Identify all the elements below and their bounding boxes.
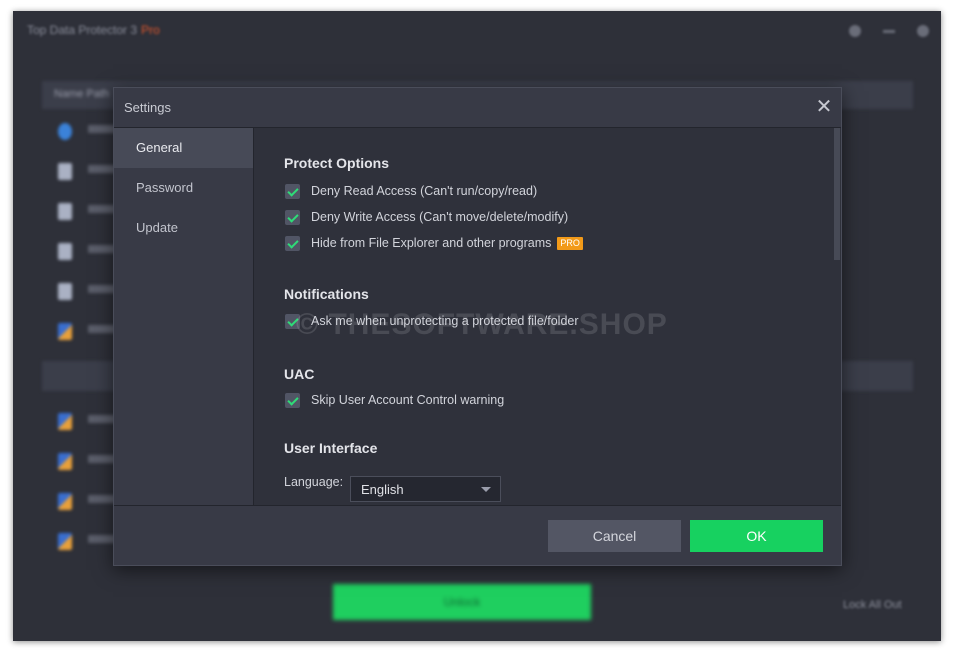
content-scrollbar[interactable] — [833, 128, 841, 505]
dialog-title: Settings — [124, 100, 171, 115]
close-icon[interactable]: ✕ — [813, 96, 835, 118]
app-minimize-icon[interactable] — [883, 30, 895, 33]
language-select[interactable]: English — [350, 476, 501, 502]
file-icon — [58, 283, 72, 300]
section-title-uac: UAC — [284, 366, 315, 382]
settings-sidebar: General Password Update — [114, 128, 254, 505]
settings-dialog: Settings ✕ General Password Update Prote… — [113, 87, 842, 566]
file-icon — [58, 323, 72, 340]
option-label: Deny Read Access (Can't run/copy/read) — [311, 184, 538, 198]
option-label: Deny Write Access (Can't move/delete/mod… — [311, 210, 569, 224]
ok-button[interactable]: OK — [690, 520, 823, 552]
section-title-notifications: Notifications — [284, 286, 369, 302]
app-settings-icon[interactable] — [849, 25, 861, 37]
option-deny-read[interactable]: Deny Read Access (Can't run/copy/read) — [285, 183, 537, 199]
file-icon — [58, 123, 72, 140]
option-ask-unprotect[interactable]: Ask me when unprotecting a protected fil… — [285, 313, 579, 329]
sidebar-item-general[interactable]: General — [114, 128, 253, 168]
checkbox-checked-icon[interactable] — [285, 209, 300, 225]
sidebar-item-update[interactable]: Update — [114, 208, 253, 248]
chevron-down-icon — [481, 487, 491, 492]
section-title-user-interface: User Interface — [284, 440, 378, 456]
scrollbar-thumb[interactable] — [834, 128, 840, 260]
checkbox-checked-icon[interactable] — [285, 313, 300, 329]
file-icon — [58, 243, 72, 260]
file-icon — [58, 203, 72, 220]
dialog-footer: Cancel OK — [114, 507, 841, 565]
checkbox-checked-icon[interactable] — [285, 235, 300, 251]
pro-badge: PRO — [557, 236, 583, 250]
file-icon — [58, 493, 72, 510]
option-skip-uac[interactable]: Skip User Account Control warning — [285, 392, 504, 408]
file-icon — [58, 163, 72, 180]
lock-all-link[interactable]: Lock All Out — [843, 599, 902, 611]
checkbox-checked-icon[interactable] — [285, 183, 300, 199]
language-label: Language: — [284, 475, 344, 489]
app-title: Top Data Protector 3 Pro — [27, 23, 160, 37]
file-icon — [58, 453, 72, 470]
sidebar-item-password[interactable]: Password — [114, 168, 253, 208]
option-deny-write[interactable]: Deny Write Access (Can't move/delete/mod… — [285, 209, 568, 225]
dialog-body: General Password Update Protect Options … — [114, 127, 841, 506]
language-value: English — [361, 482, 404, 497]
app-pro-badge: Pro — [141, 23, 160, 37]
file-icon — [58, 413, 72, 430]
cancel-button[interactable]: Cancel — [548, 520, 681, 552]
section-title-protect-options: Protect Options — [284, 155, 390, 171]
settings-content: Protect Options Deny Read Access (Can't … — [254, 128, 841, 505]
option-label: Ask me when unprotecting a protected fil… — [311, 314, 579, 328]
unlock-button[interactable]: Unlock — [333, 584, 591, 620]
file-icon — [58, 533, 72, 550]
checkbox-checked-icon[interactable] — [285, 392, 300, 408]
app-close-icon[interactable] — [917, 25, 929, 37]
option-label: Skip User Account Control warning — [311, 393, 505, 407]
option-hide-from-explorer[interactable]: Hide from File Explorer and other progra… — [285, 235, 583, 251]
app-title-text: Top Data Protector 3 — [27, 23, 138, 37]
option-label: Hide from File Explorer and other progra… — [311, 236, 552, 250]
